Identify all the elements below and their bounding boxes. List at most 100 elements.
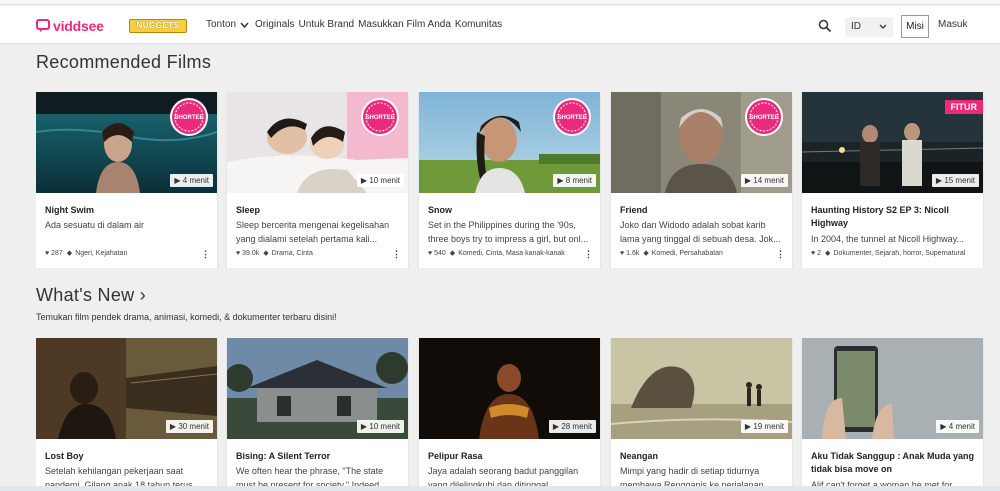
film-tags: Komedi, Cinta, Masa kanak-kanak	[458, 249, 565, 257]
film-title[interactable]: Aku Tidak Sanggup : Anak Muda yang tidak…	[811, 450, 976, 476]
film-thumbnail: SHORTEE ▶ 10 menit	[227, 92, 408, 193]
nav-tonton[interactable]: Tonton	[206, 19, 236, 30]
like-count: 1.6k	[626, 249, 640, 257]
shortee-badge: SHORTEE	[170, 98, 208, 136]
viddsee-logo[interactable]: viddsee	[36, 16, 104, 36]
more-vert-icon[interactable]: ⋮	[776, 249, 785, 260]
play-icon: ▶	[169, 422, 177, 431]
duration-badge: ▶ 15 menit	[931, 174, 979, 187]
film-card[interactable]: ▶ 30 menit Lost Boy Setelah kehilangan p…	[36, 338, 217, 488]
like-count: 287	[51, 249, 63, 257]
film-title[interactable]: Lost Boy	[45, 450, 210, 463]
film-title[interactable]: Friend	[620, 204, 785, 217]
film-card[interactable]: SHORTEE ▶ 10 menit Sleep Sleep bercerita…	[227, 92, 408, 268]
recommended-title: Recommended Films	[36, 52, 212, 72]
film-title[interactable]: Night Swim	[45, 204, 210, 217]
shortee-badge: SHORTEE	[745, 98, 783, 136]
film-description: We often hear the phrase, "The state mus…	[236, 466, 387, 488]
duration-badge: ▶ 10 menit	[356, 420, 404, 433]
tag-icon: ◆	[825, 250, 831, 257]
film-title[interactable]: Neangan	[620, 450, 785, 463]
nav-komunitas[interactable]: Komunitas	[455, 19, 502, 30]
film-card[interactable]: ▶ 10 menit Bising: A Silent Terror We of…	[227, 338, 408, 488]
film-description: Jaya adalah seorang badut panggilan yang…	[428, 466, 579, 488]
film-tags: Komedi, Persahabatan	[651, 249, 723, 257]
film-title[interactable]: Haunting History S2 EP 3: Nicoll Highway	[811, 204, 976, 230]
tag-icon: ◆	[643, 250, 649, 257]
film-thumbnail: SHORTEE ▶ 8 menit	[419, 92, 600, 193]
fitur-badge: FITUR	[944, 100, 983, 114]
play-icon: ▶	[174, 176, 181, 185]
film-card[interactable]: SHORTEE ▶ 8 menit Snow Set in the Philip…	[419, 92, 600, 268]
play-icon: ▶	[935, 176, 943, 185]
play-icon: ▶	[360, 422, 368, 431]
shortee-badge: SHORTEE	[553, 98, 591, 136]
like-count: 2	[817, 249, 822, 257]
recommended-row: SHORTEE ▶ 4 menit Night Swim Ada sesuatu…	[36, 92, 1000, 268]
duration-badge: ▶ 10 menit	[356, 174, 404, 187]
duration-badge: ▶ 30 menit	[165, 420, 213, 433]
film-title[interactable]: Sleep	[236, 204, 401, 217]
whats-new-subtitle: Temukan film pendek drama, animasi, kome…	[36, 312, 337, 322]
chevron-down-icon	[879, 17, 887, 44]
heart-icon: ♥	[620, 249, 625, 257]
film-thumbnail: ▶ 4 menit	[802, 338, 983, 439]
film-description: Mimpi yang hadir di setiap tidurnya memb…	[620, 466, 772, 488]
film-card[interactable]: SHORTEE ▶ 4 menit Night Swim Ada sesuatu…	[36, 92, 217, 268]
heart-icon: ♥	[45, 249, 50, 257]
film-tags: Dokumenter, Sejarah, horror, Supernatura…	[833, 249, 966, 257]
heart-icon: ♥	[811, 249, 816, 257]
film-tags: Drama, Cinta	[271, 249, 313, 257]
nav-masukkan-film[interactable]: Masukkan Film Anda	[358, 19, 451, 30]
more-vert-icon[interactable]: ⋮	[392, 249, 401, 260]
chevron-down-icon[interactable]	[240, 20, 249, 30]
film-card[interactable]: SHORTEE ▶ 14 menit Friend Joko dan Widod…	[611, 92, 792, 268]
horizontal-scrollbar[interactable]	[0, 486, 1000, 491]
play-icon: ▶	[744, 422, 752, 431]
search-icon[interactable]	[818, 19, 832, 33]
shortee-badge: SHORTEE	[361, 98, 399, 136]
film-meta: ♥ 287 ◆ Ngeri, Kejahatan	[45, 249, 203, 258]
film-card[interactable]: ▶ 4 menit Aku Tidak Sanggup : Anak Muda …	[802, 338, 983, 488]
film-description: Set in the Philippines during the '90s, …	[428, 220, 589, 244]
film-title[interactable]: Pelipur Rasa	[428, 450, 593, 463]
duration-badge: ▶ 19 menit	[740, 420, 788, 433]
browser-top-strip	[0, 0, 1000, 5]
duration-badge: ▶ 28 menit	[548, 420, 596, 433]
play-icon: ▶	[940, 422, 947, 431]
heart-icon: ♥	[428, 249, 433, 257]
misi-button[interactable]: Misi	[901, 15, 929, 38]
tag-icon: ◆	[66, 250, 73, 257]
film-title[interactable]: Bising: A Silent Terror	[236, 450, 401, 463]
masuk-link[interactable]: Masuk	[938, 19, 967, 30]
like-count: 540	[434, 249, 446, 257]
film-description: In 2004, the tunnel at Nicoll Highway...	[811, 234, 964, 244]
svg-text:SHORTEE: SHORTEE	[174, 115, 203, 121]
duration-badge: ▶ 4 menit	[936, 420, 979, 433]
film-title[interactable]: Snow	[428, 204, 593, 217]
film-meta: ♥ 2 ◆ Dokumenter, Sejarah, horror, Supern…	[811, 249, 969, 258]
film-card[interactable]: ▶ 19 menit Neangan Mimpi yang hadir di s…	[611, 338, 792, 488]
language-select[interactable]: ID	[845, 17, 893, 37]
film-card[interactable]: FITUR ▶ 15 menit Haunting History S2 EP …	[802, 92, 983, 268]
more-vert-icon[interactable]: ⋮	[584, 249, 593, 260]
like-count: 39.0k	[242, 249, 260, 257]
film-description: Joko dan Widodo adalah sobat karib lama …	[620, 220, 781, 244]
language-value: ID	[851, 21, 861, 32]
film-tags: Ngeri, Kejahatan	[75, 249, 128, 257]
more-vert-icon[interactable]: ⋮	[201, 249, 210, 260]
duration-badge: ▶ 14 menit	[740, 174, 788, 187]
duration-badge: ▶ 4 menit	[170, 174, 213, 187]
nuggets-logo[interactable]: NUGGETS	[129, 19, 187, 33]
whats-new-title[interactable]: What's New ›	[36, 285, 146, 306]
svg-text:SHORTEE: SHORTEE	[749, 115, 778, 121]
logo-icon	[36, 19, 50, 32]
main-nav: Tonton Originals Untuk Brand Masukkan Fi…	[206, 19, 506, 30]
nav-untuk-brand[interactable]: Untuk Brand	[299, 19, 355, 30]
film-card[interactable]: ▶ 28 menit Pelipur Rasa Jaya adalah seor…	[419, 338, 600, 488]
film-thumbnail: FITUR ▶ 15 menit	[802, 92, 983, 193]
film-meta: ♥ 540 ◆ Komedi, Cinta, Masa kanak-kanak	[428, 249, 586, 258]
film-thumbnail: ▶ 19 menit	[611, 338, 792, 439]
nav-originals[interactable]: Originals	[255, 19, 294, 30]
logo-text: viddsee	[53, 18, 104, 34]
